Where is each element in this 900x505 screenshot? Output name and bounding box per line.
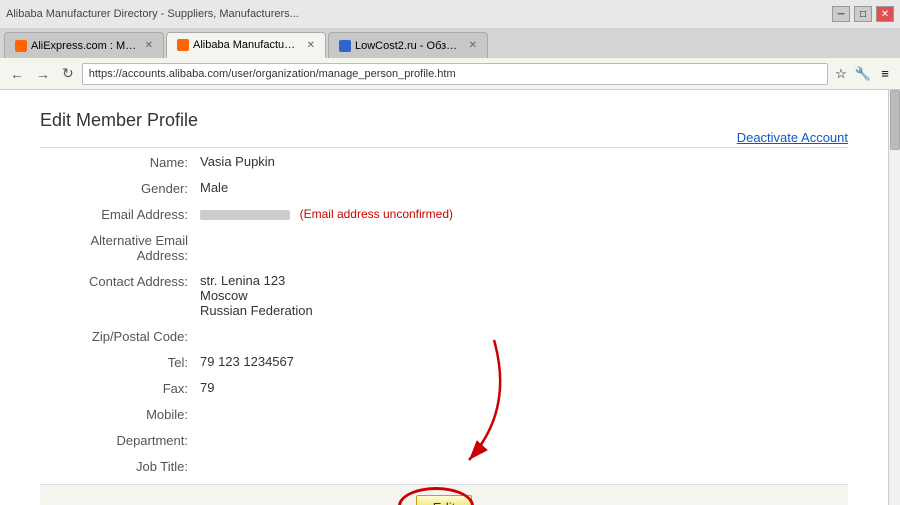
department-row: Department: <box>40 432 848 448</box>
forward-button[interactable]: → <box>32 64 54 84</box>
fax-value: 79 <box>200 380 848 395</box>
scrollbar-thumb[interactable] <box>890 90 900 150</box>
fax-row: Fax: 79 <box>40 380 848 396</box>
email-row: Email Address: (Email address unconfirme… <box>40 206 848 222</box>
name-row: Name: Vasia Pupkin <box>40 154 848 170</box>
department-label: Department: <box>40 432 200 448</box>
email-value: (Email address unconfirmed) <box>200 206 848 221</box>
minimize-button[interactable]: ─ <box>832 6 850 22</box>
address-bar: ← → ↻ ☆ 🔧 ≡ <box>0 58 900 90</box>
fax-label: Fax: <box>40 380 200 396</box>
window-controls: ─ □ ✕ <box>832 6 894 22</box>
tab-alibaba-label: Alibaba Manufacture... <box>193 39 299 51</box>
zip-row: Zip/Postal Code: <box>40 328 848 344</box>
url-input[interactable] <box>82 63 828 85</box>
extensions-icon[interactable]: 🔧 <box>854 65 872 83</box>
tabs-bar: AliExpress.com : My ... ✕ Alibaba Manufa… <box>0 28 900 58</box>
back-button[interactable]: ← <box>6 64 28 84</box>
tab-lowcost-label: LowCost2.ru - Обзор ... <box>355 40 461 52</box>
email-label: Email Address: <box>40 206 200 222</box>
job-title-row: Job Title: <box>40 458 848 474</box>
page-title: Edit Member Profile <box>40 110 848 131</box>
maximize-button[interactable]: □ <box>854 6 872 22</box>
email-unconfirmed-badge: (Email address unconfirmed) <box>300 207 453 221</box>
tab-lowcost-close[interactable]: ✕ <box>469 40 477 51</box>
footer-bar: Edit <box>40 484 848 505</box>
gender-label: Gender: <box>40 180 200 196</box>
aliexpress-favicon <box>15 40 27 52</box>
bookmark-icon[interactable]: ☆ <box>832 65 850 83</box>
alt-email-label: Alternative Email Address: <box>40 232 200 263</box>
deactivate-account-link[interactable]: Deactivate Account <box>737 130 848 145</box>
lowcost-favicon <box>339 40 351 52</box>
tel-row: Tel: 79 123 1234567 <box>40 354 848 370</box>
content-area: Edit Member Profile Deactivate Account N… <box>0 90 888 505</box>
close-button[interactable]: ✕ <box>876 6 894 22</box>
tab-alibaba-close[interactable]: ✕ <box>307 40 315 51</box>
refresh-button[interactable]: ↻ <box>58 63 78 84</box>
job-title-label: Job Title: <box>40 458 200 474</box>
tab-lowcost[interactable]: LowCost2.ru - Обзор ... ✕ <box>328 32 488 58</box>
browser-actions: ☆ 🔧 ≡ <box>832 65 894 83</box>
mobile-label: Mobile: <box>40 406 200 422</box>
alibaba-favicon <box>177 39 189 51</box>
contact-address-label: Contact Address: <box>40 273 200 289</box>
tab-aliexpress[interactable]: AliExpress.com : My ... ✕ <box>4 32 164 58</box>
name-label: Name: <box>40 154 200 170</box>
gender-row: Gender: Male <box>40 180 848 196</box>
edit-button-container: Edit <box>416 495 472 505</box>
mobile-row: Mobile: <box>40 406 848 422</box>
tab-alibaba[interactable]: Alibaba Manufacture... ✕ <box>166 32 326 58</box>
tel-value: 79 123 1234567 <box>200 354 848 369</box>
title-bar: Alibaba Manufacturer Directory - Supplie… <box>0 0 900 28</box>
email-masked <box>200 210 290 220</box>
edit-button[interactable]: Edit <box>416 495 472 505</box>
page-content: Edit Member Profile Deactivate Account N… <box>0 90 900 505</box>
divider <box>40 147 848 148</box>
alt-email-row: Alternative Email Address: <box>40 232 848 263</box>
name-value: Vasia Pupkin <box>200 154 848 169</box>
gender-value: Male <box>200 180 848 195</box>
tel-label: Tel: <box>40 354 200 370</box>
contact-address-value: str. Lenina 123MoscowRussian Federation <box>200 273 848 318</box>
contact-address-row: Contact Address: str. Lenina 123MoscowRu… <box>40 273 848 318</box>
browser-title-text: Alibaba Manufacturer Directory - Supplie… <box>6 8 299 20</box>
zip-label: Zip/Postal Code: <box>40 328 200 344</box>
tab-aliexpress-label: AliExpress.com : My ... <box>31 40 137 52</box>
scrollbar[interactable] <box>888 90 900 505</box>
menu-icon[interactable]: ≡ <box>876 65 894 83</box>
tab-aliexpress-close[interactable]: ✕ <box>145 40 153 51</box>
